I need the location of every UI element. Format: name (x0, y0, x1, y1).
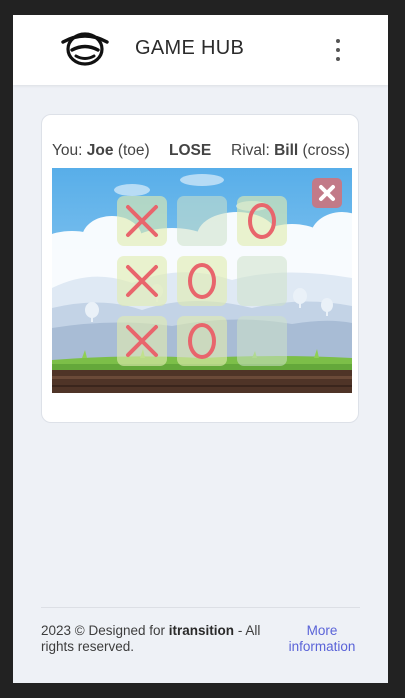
board-cell[interactable] (117, 256, 167, 306)
board-cell[interactable] (177, 256, 227, 306)
circle-mark-icon (248, 203, 276, 239)
rival-name: Bill (274, 142, 299, 159)
kebab-menu-icon[interactable] (327, 37, 349, 63)
circle-mark-icon (188, 323, 216, 359)
board-cell[interactable] (237, 256, 287, 306)
company-name: itransition (168, 623, 235, 638)
rival-label: Rival: (231, 142, 270, 159)
board-cell[interactable] (117, 316, 167, 366)
footer-divider (41, 607, 360, 608)
game-result: LOSE (169, 142, 212, 159)
close-icon (319, 185, 335, 201)
circle-mark-icon (188, 263, 216, 299)
rival-role: (cross) (302, 142, 350, 159)
cross-mark-icon (126, 265, 158, 297)
header: GAME HUB (13, 15, 388, 85)
you-label: You: (52, 142, 83, 159)
app-window: GAME HUB You: Joe (toe) LOSE Rival: Bill… (13, 15, 388, 683)
board-cell[interactable] (177, 196, 227, 246)
player-role: (toe) (117, 142, 150, 159)
board-cell[interactable] (237, 196, 287, 246)
board-cell[interactable] (237, 316, 287, 366)
board-cell[interactable] (177, 316, 227, 366)
app-title: GAME HUB (135, 37, 245, 59)
game-card: You: Joe (toe) LOSE Rival: Bill (cross) (41, 114, 359, 423)
menu-dot (336, 57, 340, 61)
cross-mark-icon (126, 205, 158, 237)
menu-dot (336, 48, 340, 52)
copyright-prefix: 2023 © Designed for (41, 623, 166, 638)
board-cell[interactable] (117, 196, 167, 246)
cross-mark-icon (126, 325, 158, 357)
more-information-link[interactable]: More information (281, 623, 363, 655)
player-name: Joe (86, 142, 114, 159)
close-game-button[interactable] (312, 178, 342, 208)
rival-info: Rival: Bill (cross) (231, 142, 350, 160)
player-info: You: Joe (toe) (52, 142, 150, 160)
game-board (52, 168, 352, 393)
menu-dot (336, 39, 340, 43)
footer-copyright: 2023 © Designed for itransition - All ri… (41, 623, 281, 655)
face-logo-icon[interactable] (61, 28, 109, 66)
